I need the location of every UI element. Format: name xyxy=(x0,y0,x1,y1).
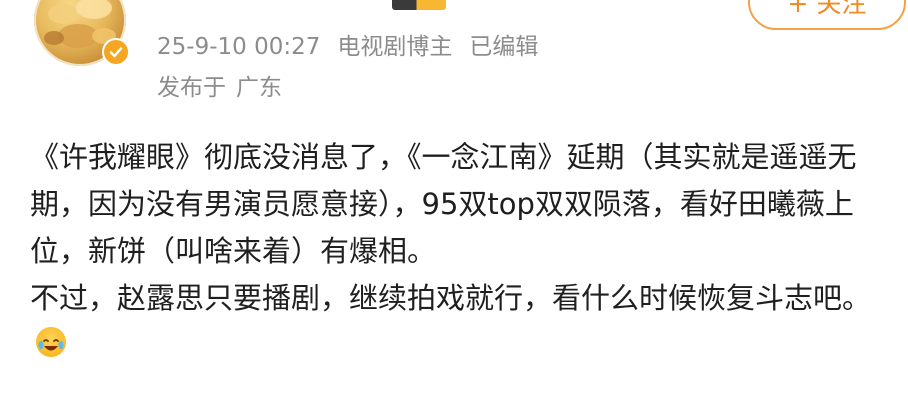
post-paragraph-2: 不过，赵露思只要播剧，继续拍戏就行，看什么时候恢复斗志吧。 xyxy=(30,275,880,369)
author-role: 电视剧博主 xyxy=(337,34,453,60)
post-timestamp: 25-9-10 00:27 xyxy=(157,34,321,60)
location-place: 广东 xyxy=(236,75,282,101)
author-avatar-container[interactable] xyxy=(34,0,130,70)
edited-label[interactable]: 已编辑 xyxy=(469,34,538,60)
post-paragraph-1: 《许我耀眼》彻底没消息了，《一念江南》延期（其实就是遥遥无期，因为没有男演员愿意… xyxy=(30,140,857,268)
verified-check-icon xyxy=(102,38,130,66)
post-meta: 25-9-10 00:27 电视剧博主 已编辑 xyxy=(157,30,555,64)
post-body: 《许我耀眼》彻底没消息了，《一念江南》延期（其实就是遥遥无期，因为没有男演员愿意… xyxy=(30,134,880,369)
level-badge-icon xyxy=(392,0,446,10)
crying-laughing-emoji-icon xyxy=(36,327,66,357)
follow-button[interactable]: + 关注 xyxy=(748,0,906,30)
weibo-post: 25-9-10 00:27 电视剧博主 已编辑 发布于 广东 + 关注 《许我耀眼》彻… xyxy=(0,0,908,419)
post-location: 发布于 广东 xyxy=(157,71,292,105)
post-paragraph-2-text: 不过，赵露思只要播剧，继续拍戏就行，看什么时候恢复斗志吧。 xyxy=(30,281,872,315)
location-prefix: 发布于 xyxy=(157,75,226,101)
